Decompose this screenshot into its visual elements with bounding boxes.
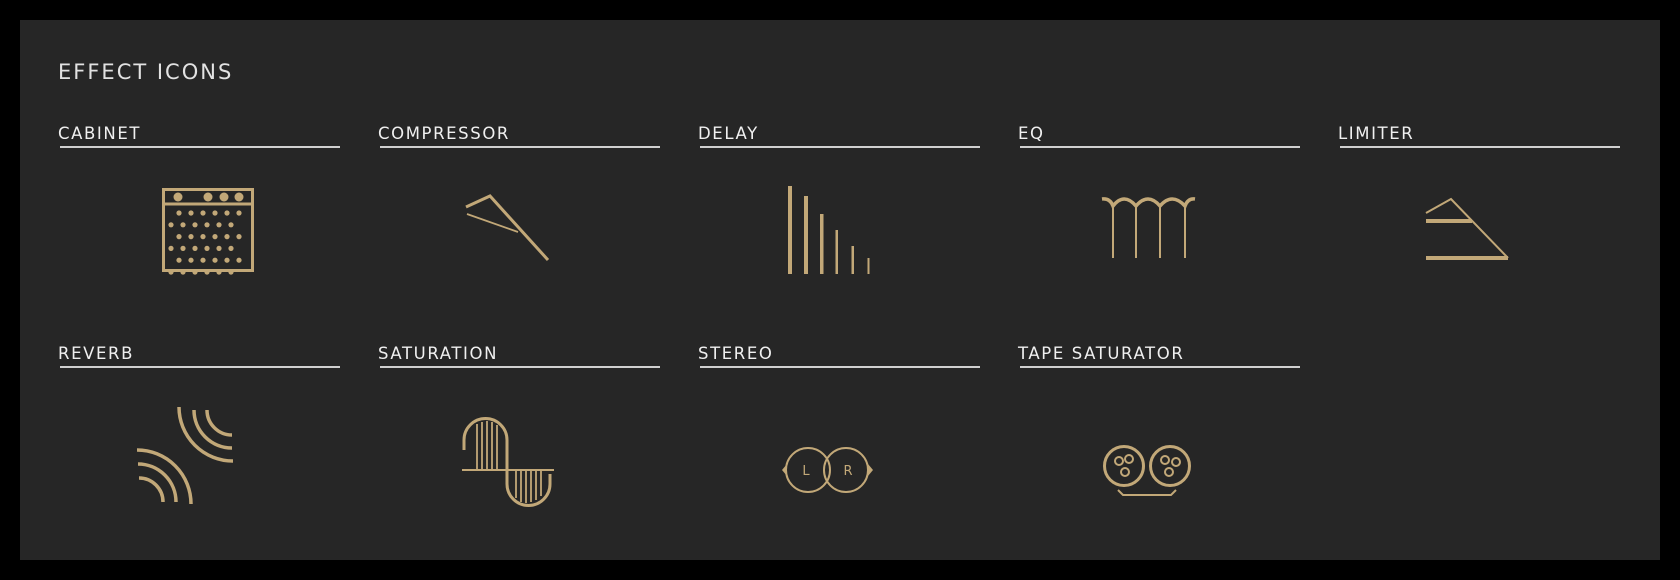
grille-dot xyxy=(228,245,234,251)
grille-dot xyxy=(216,269,222,275)
cabinet-icon xyxy=(162,188,254,275)
compressor-icon xyxy=(465,194,550,262)
grille-dot xyxy=(188,257,194,263)
effect-label: EQ xyxy=(1018,124,1045,143)
effect-label: SATURATION xyxy=(378,344,499,363)
effect-card-limiter[interactable]: LIMITER xyxy=(1338,124,1620,328)
effect-card-cabinet[interactable]: CABINET xyxy=(58,124,340,328)
grille-dot xyxy=(212,257,218,263)
effect-label: DELAY xyxy=(698,124,759,143)
grille-dot xyxy=(192,245,198,251)
effect-label: REVERB xyxy=(58,344,134,363)
effect-icons-panel: EFFECT ICONS CABINET COMPRESSOR DELAY EQ… xyxy=(20,20,1660,560)
saturation-icon xyxy=(462,417,554,507)
grille-dot xyxy=(236,234,242,240)
grille-dot xyxy=(228,269,234,275)
grille-dot xyxy=(204,245,210,251)
grille-dot xyxy=(168,222,174,228)
grille-dot xyxy=(180,222,186,228)
effect-card-delay[interactable]: DELAY xyxy=(698,124,980,328)
effect-label: COMPRESSOR xyxy=(378,124,510,143)
stereo-icon: L R xyxy=(782,447,873,493)
delay-icon xyxy=(788,186,870,274)
reverb-icon xyxy=(136,406,234,505)
grille-dot xyxy=(176,234,182,240)
effect-card-tape-saturator[interactable]: TAPE SATURATOR xyxy=(1018,344,1300,548)
grille-dot xyxy=(168,245,174,251)
grille-dot xyxy=(176,210,182,216)
effect-label: TAPE SATURATOR xyxy=(1018,344,1185,363)
grille-dot xyxy=(212,234,218,240)
grille-dot xyxy=(204,222,210,228)
grille-dot xyxy=(224,210,230,216)
grille-dot xyxy=(188,210,194,216)
grille-dot xyxy=(236,257,242,263)
left-channel-label: L xyxy=(802,464,810,479)
grille-dot xyxy=(200,234,206,240)
effect-card-compressor[interactable]: COMPRESSOR xyxy=(378,124,660,328)
grille-dot xyxy=(180,245,186,251)
grille-dot xyxy=(216,245,222,251)
page-title: EFFECT ICONS xyxy=(58,60,234,84)
grille-dot xyxy=(212,210,218,216)
grille-dot xyxy=(236,210,242,216)
grille-dot xyxy=(216,222,222,228)
effect-label: CABINET xyxy=(58,124,142,143)
effect-card-reverb[interactable]: REVERB xyxy=(58,344,340,548)
grille-dot xyxy=(192,269,198,275)
right-channel-label: R xyxy=(843,464,852,479)
grille-dot xyxy=(224,257,230,263)
grille-dot xyxy=(200,257,206,263)
grille-dot xyxy=(180,269,186,275)
eq-icon xyxy=(1101,197,1196,258)
limiter-icon xyxy=(1425,197,1509,260)
grille-dot xyxy=(176,257,182,263)
effect-card-eq[interactable]: EQ xyxy=(1018,124,1300,328)
effect-card-stereo[interactable]: STEREO L R xyxy=(698,344,980,548)
grille-dot xyxy=(168,269,174,275)
tape-saturator-icon xyxy=(1103,445,1191,496)
grille-dot xyxy=(204,269,210,275)
effect-label: LIMITER xyxy=(1338,124,1415,143)
grille-dot xyxy=(228,222,234,228)
effect-label: STEREO xyxy=(698,344,774,363)
grille-dot xyxy=(200,210,206,216)
grille-dot xyxy=(192,222,198,228)
grille-dot xyxy=(188,234,194,240)
grille-dot xyxy=(224,234,230,240)
effect-card-saturation[interactable]: SATURATION xyxy=(378,344,660,548)
